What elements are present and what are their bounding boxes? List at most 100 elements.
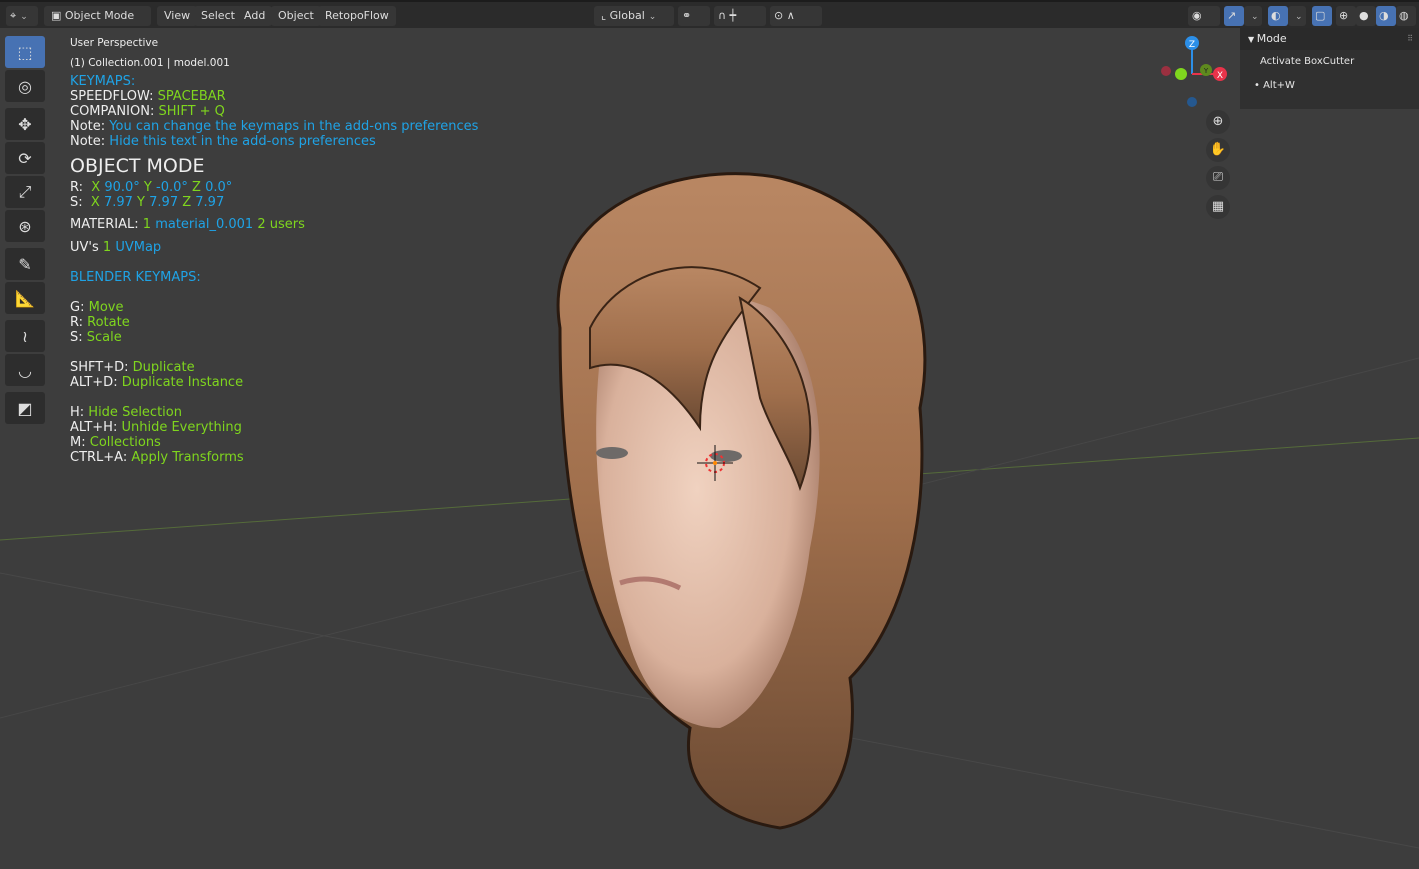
pivot-icon: ⚭ (682, 9, 692, 22)
header-bar: ⌖⌄ ▣ Object Mode⌄ View Select Add Object… (0, 0, 1419, 41)
mode-dropdown[interactable]: ▣ Object Mode⌄ (44, 6, 151, 41)
boxcutter-icon: ◩ (17, 398, 33, 418)
tool-scale[interactable]: ⤢ (5, 176, 45, 208)
tool-measure[interactable]: 📐 (5, 282, 45, 314)
material-count: 1 (142, 217, 152, 232)
drag-handle-icon[interactable]: ⠿ (1407, 28, 1413, 50)
tool-cursor[interactable]: ◎ (5, 70, 45, 102)
collection-info: (1) Collection.001 | model.001 (70, 57, 230, 69)
gizmo-z-label: Z (1189, 40, 1195, 50)
key: SPACEBAR (157, 89, 226, 104)
keymap-line: G: Move (70, 300, 478, 315)
proportional-edit-toggle[interactable]: ⊙ ∧ (770, 6, 822, 26)
menu-object[interactable]: Object (271, 6, 321, 26)
uv-count: 1 (102, 240, 112, 255)
proportional-icon: ⊙ ∧ (774, 9, 795, 22)
menu-view[interactable]: View (157, 6, 198, 26)
tool-transform[interactable]: ⊛ (5, 210, 45, 242)
keymap-line: ALT+D: Duplicate Instance (70, 375, 478, 390)
material-line: MATERIAL: 1 material_0.001 2 users (70, 217, 478, 232)
view-name: User Perspective (70, 37, 159, 49)
zoom-button[interactable]: ⊕ (1206, 110, 1230, 134)
pivot-dropdown[interactable]: ⚭ (678, 6, 710, 26)
scale-z: 7.97 (195, 195, 225, 210)
viewport-info-overlay: User Perspective (1) Collection.001 | mo… (70, 36, 478, 465)
action: Unhide Everything (121, 420, 242, 435)
chevron-down-icon: ⌄ (1251, 12, 1259, 22)
keymap-line: R: Rotate (70, 315, 478, 330)
shading-wireframe[interactable]: ⊕ (1336, 6, 1356, 26)
activate-boxcutter-button[interactable]: Activate BoxCutter (1240, 50, 1419, 74)
key: SHFT+D: (70, 360, 129, 375)
scale-icon: ⤢ (18, 182, 32, 201)
keymap-group: H: Hide Selection ALT+H: Unhide Everythi… (70, 405, 478, 465)
keymap-group: G: Move R: Rotate S: Scale (70, 300, 478, 345)
rotation-line: R: X 90.0° Y -0.0° Z 0.0° (70, 180, 233, 195)
note-line: Note: Hide this text in the add-ons pref… (70, 134, 478, 149)
key: CTRL+A: (70, 450, 128, 465)
overlay-dropdown[interactable]: ⌄ (1288, 6, 1306, 26)
tool-move[interactable]: ✥ (5, 108, 45, 140)
material-name: material_0.001 (155, 217, 254, 232)
gizmo-toggle[interactable]: ↗ (1224, 6, 1244, 26)
label: R: (70, 180, 84, 195)
menu-select[interactable]: Select (194, 6, 242, 26)
key: S: (70, 330, 83, 345)
pan-button[interactable]: ✋ (1206, 138, 1230, 162)
tool-select-box[interactable]: ⬚ (5, 36, 45, 68)
tool-rotate[interactable]: ⟳ (5, 142, 45, 174)
visibility-dropdown[interactable]: ◉ (1188, 6, 1220, 26)
rot-z: 0.0° (205, 180, 233, 195)
key: M: (70, 435, 86, 450)
tool-curve[interactable]: ◡ (5, 354, 45, 386)
gizmo-dropdown[interactable]: ⌄ (1244, 6, 1262, 26)
xray-toggle[interactable]: ▢ (1312, 6, 1332, 26)
speedflow-line: SPEEDFLOW: SPACEBAR (70, 89, 478, 104)
overlay-toggle[interactable]: ◐ (1268, 6, 1288, 26)
shading-material[interactable]: ◑ (1376, 6, 1396, 26)
label: Note: (70, 119, 106, 134)
snap-magnet-icon: ∩ ┿ (718, 9, 737, 22)
xray-icon: ▢ (1315, 9, 1326, 22)
select-box-icon: ⬚ (17, 42, 33, 62)
menu-add[interactable]: Add (237, 6, 273, 26)
move-icon: ✥ (18, 114, 32, 134)
zoom-icon: ⊕ (1212, 114, 1224, 129)
action: Hide Selection (88, 405, 182, 420)
action: Rotate (87, 315, 130, 330)
orientation-dropdown[interactable]: ⌞ Global ⌄ (594, 6, 674, 26)
action: Move (88, 300, 124, 315)
editor-type-button[interactable]: ⌖ ⌄ (6, 6, 38, 26)
key: ALT+H: (70, 420, 118, 435)
mode-panel-header[interactable]: ▼ Mode ⠿ (1240, 28, 1419, 50)
perspective-toggle[interactable]: ▦ (1206, 195, 1230, 219)
tool-retopo[interactable]: ≀ (5, 320, 45, 352)
snap-toggle[interactable]: ∩ ┿ (714, 6, 766, 26)
annotate-icon: ✎ (18, 254, 32, 274)
action: Apply Transforms (131, 450, 244, 465)
solid-icon: ● (1359, 9, 1369, 22)
tool-boxcutter[interactable]: ◩ (5, 392, 45, 424)
menu-retopoflow[interactable]: RetopoFlow (318, 6, 396, 26)
note-line: Note: You can change the keymaps in the … (70, 119, 478, 134)
panel-title: Mode (1256, 32, 1287, 45)
note-text: You can change the keymaps in the add-on… (109, 119, 479, 134)
shading-rendered[interactable]: ◍ (1396, 6, 1416, 26)
action: Collections (89, 435, 161, 450)
overlay-icon: ◐ (1271, 9, 1281, 22)
keymap-line: M: Collections (70, 435, 478, 450)
camera-view-button[interactable]: ⎚ (1206, 166, 1230, 190)
shading-solid[interactable]: ● (1356, 6, 1376, 26)
editor-type-icon: ⌖ (10, 9, 17, 22)
uv-line: UV's 1 UVMap (70, 240, 478, 255)
action: Scale (86, 330, 122, 345)
hand-icon: ✋ (1209, 142, 1227, 157)
navigation-gizmo: Z X Y (1161, 36, 1227, 107)
curve-icon: ◡ (18, 360, 32, 380)
transform-icon: ⊛ (18, 216, 32, 236)
chevron-down-icon: ⌄ (1295, 12, 1303, 22)
tool-annotate[interactable]: ✎ (5, 248, 45, 280)
toolbar: ⬚ ◎ ✥ ⟳ ⤢ ⊛ ✎ 📐 ≀ ◡ ◩ (5, 36, 45, 426)
mode-title: OBJECT MODE (70, 155, 205, 177)
label: Note: (70, 134, 106, 149)
